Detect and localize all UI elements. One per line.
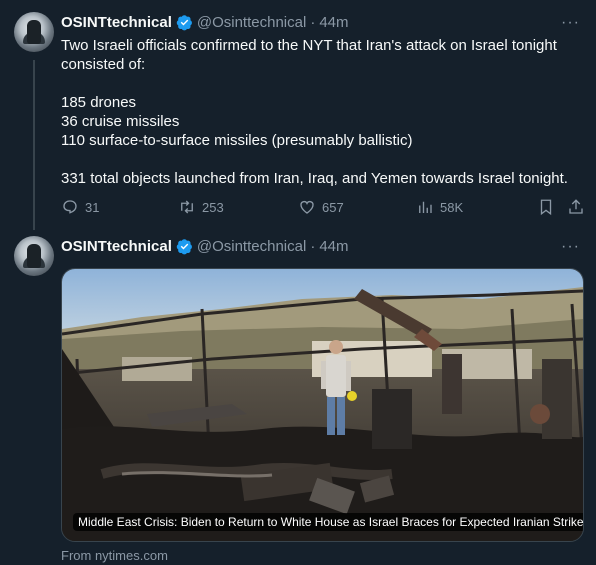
link-source[interactable]: From nytimes.com bbox=[61, 548, 168, 563]
tweet-header: OSINTtechnical @Osinttechnical · 44m bbox=[61, 236, 349, 256]
timestamp[interactable]: 44m bbox=[319, 238, 348, 255]
avatar[interactable] bbox=[14, 236, 54, 276]
thread-line bbox=[33, 60, 35, 230]
reply-count: 31 bbox=[85, 199, 100, 215]
user-handle[interactable]: @Osinttechnical bbox=[197, 238, 306, 255]
tweet-text-line: 185 drones bbox=[61, 94, 137, 111]
views-icon bbox=[419, 201, 432, 213]
link-card-caption: Middle East Crisis: Biden to Return to W… bbox=[73, 513, 583, 531]
views-count: 58K bbox=[440, 199, 464, 215]
heart-icon bbox=[300, 200, 314, 214]
separator-dot: · bbox=[310, 237, 316, 255]
timestamp[interactable]: 44m bbox=[319, 14, 348, 31]
like-count: 657 bbox=[322, 199, 344, 215]
tweet-text-line: 36 cruise missiles bbox=[61, 113, 180, 130]
retweet-count: 253 bbox=[202, 199, 224, 215]
link-card-image[interactable]: Middle East Crisis: Biden to Return to W… bbox=[61, 268, 584, 542]
user-handle[interactable]: @Osinttechnical bbox=[197, 14, 306, 31]
verified-badge-icon bbox=[176, 238, 192, 254]
avatar[interactable] bbox=[14, 12, 54, 52]
more-options-icon[interactable]: ··· bbox=[561, 238, 580, 256]
reply-icon bbox=[63, 200, 77, 214]
tweet-text: Two Israeli officials confirmed to the N… bbox=[61, 36, 581, 188]
tweet-2[interactable]: OSINTtechnical @Osinttechnical · 44m ··· bbox=[0, 228, 596, 565]
verified-badge-icon bbox=[176, 14, 192, 30]
bookmark-button[interactable] bbox=[537, 197, 561, 217]
like-button[interactable]: 657 bbox=[298, 197, 344, 217]
tweet-1[interactable]: OSINTtechnical @Osinttechnical · 44m ···… bbox=[0, 0, 596, 230]
tweet-text-line: 331 total objects launched from Iran, Ir… bbox=[61, 170, 568, 187]
tweet-text-line: 110 surface-to-surface missiles (presuma… bbox=[61, 132, 413, 149]
display-name[interactable]: OSINTtechnical bbox=[61, 14, 172, 31]
reply-button[interactable]: 31 bbox=[61, 197, 99, 217]
display-name[interactable]: OSINTtechnical bbox=[61, 238, 172, 255]
tweet-header: OSINTtechnical @Osinttechnical · 44m bbox=[61, 12, 349, 32]
tweet-text-line: Two Israeli officials confirmed to the N… bbox=[61, 37, 557, 73]
separator-dot: · bbox=[310, 13, 316, 31]
retweet-icon bbox=[181, 200, 193, 214]
bookmark-icon bbox=[540, 199, 552, 216]
views-button[interactable]: 58K bbox=[416, 197, 463, 217]
burned-structure-photo bbox=[62, 269, 583, 541]
share-icon bbox=[569, 199, 583, 214]
more-options-icon[interactable]: ··· bbox=[561, 14, 580, 32]
tweet-actions: 31 253 657 58K bbox=[61, 197, 585, 217]
share-button[interactable] bbox=[567, 197, 591, 217]
retweet-button[interactable]: 253 bbox=[178, 197, 224, 217]
